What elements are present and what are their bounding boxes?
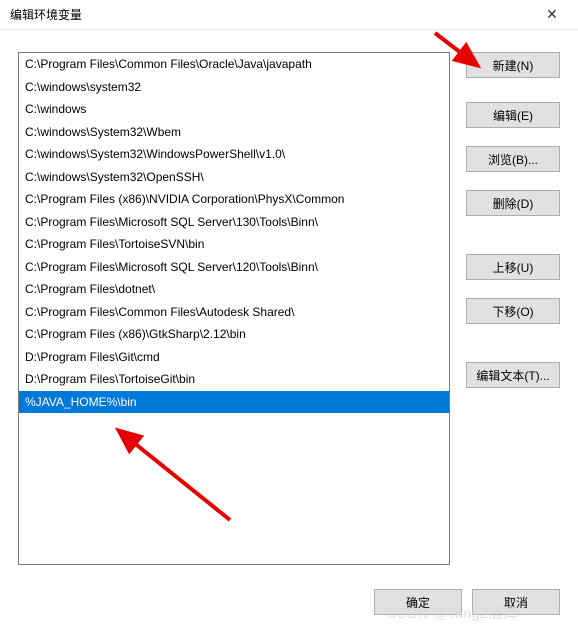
close-icon: ✕ xyxy=(546,6,558,23)
list-item[interactable]: C:\Program Files\Microsoft SQL Server\13… xyxy=(19,211,449,234)
list-item[interactable]: C:\windows\System32\OpenSSH\ xyxy=(19,166,449,189)
list-item[interactable]: C:\windows\System32\Wbem xyxy=(19,121,449,144)
list-item[interactable]: C:\Program Files\Common Files\Oracle\Jav… xyxy=(19,53,449,76)
list-item[interactable]: D:\Program Files\Git\cmd xyxy=(19,346,449,369)
list-item[interactable]: D:\Program Files\TortoiseGit\bin xyxy=(19,368,449,391)
edit-text-button[interactable]: 编辑文本(T)... xyxy=(466,362,560,388)
ok-button[interactable]: 确定 xyxy=(374,589,462,615)
path-listbox[interactable]: C:\Program Files\Common Files\Oracle\Jav… xyxy=(18,52,450,565)
list-item[interactable]: C:\Program Files (x86)\NVIDIA Corporatio… xyxy=(19,188,449,211)
move-down-button[interactable]: 下移(O) xyxy=(466,298,560,324)
list-item[interactable]: C:\windows xyxy=(19,98,449,121)
browse-button[interactable]: 浏览(B)... xyxy=(466,146,560,172)
move-up-button[interactable]: 上移(U) xyxy=(466,254,560,280)
list-item[interactable]: C:\windows\System32\WindowsPowerShell\v1… xyxy=(19,143,449,166)
cancel-button[interactable]: 取消 xyxy=(472,589,560,615)
list-item[interactable]: %JAVA_HOME%\bin xyxy=(19,391,449,414)
list-item[interactable]: C:\Program Files\Common Files\Autodesk S… xyxy=(19,301,449,324)
content-area: C:\Program Files\Common Files\Oracle\Jav… xyxy=(0,30,578,575)
list-item[interactable]: C:\Program Files\Microsoft SQL Server\12… xyxy=(19,256,449,279)
titlebar: 编辑环境变量 ✕ xyxy=(0,0,578,30)
new-button[interactable]: 新建(N) xyxy=(466,52,560,78)
edit-button[interactable]: 编辑(E) xyxy=(466,102,560,128)
list-item[interactable]: C:\Program Files\TortoiseSVN\bin xyxy=(19,233,449,256)
delete-button[interactable]: 删除(D) xyxy=(466,190,560,216)
window-title: 编辑环境变量 xyxy=(10,6,532,23)
footer: 确定 取消 xyxy=(0,575,578,629)
list-item[interactable]: C:\Program Files (x86)\GtkSharp\2.12\bin xyxy=(19,323,449,346)
side-button-panel: 新建(N) 编辑(E) 浏览(B)... 删除(D) 上移(U) 下移(O) 编… xyxy=(466,52,560,565)
close-button[interactable]: ✕ xyxy=(532,1,572,29)
list-item[interactable]: C:\Program Files\dotnet\ xyxy=(19,278,449,301)
list-item[interactable]: C:\windows\system32 xyxy=(19,76,449,99)
